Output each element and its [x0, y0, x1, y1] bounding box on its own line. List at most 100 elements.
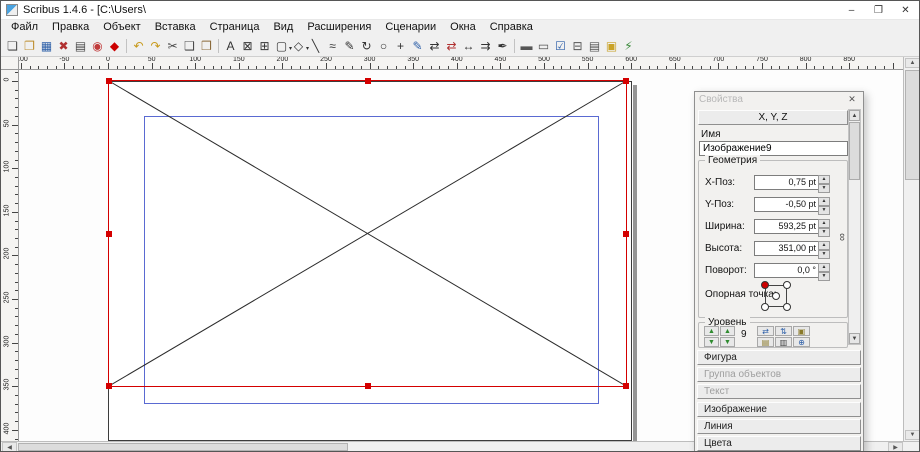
- height-spin-up-icon[interactable]: ▲: [818, 241, 830, 250]
- save-document-icon[interactable]: ▦: [38, 37, 55, 55]
- lock-item-button[interactable]: ▣: [793, 326, 810, 336]
- insert-polygon-icon[interactable]: ◇▾: [290, 37, 307, 55]
- menu-item-edit[interactable]: Правка: [45, 20, 96, 35]
- ruler-origin-button[interactable]: [1, 57, 19, 70]
- section-colors[interactable]: Цвета: [697, 436, 861, 451]
- close-document-icon[interactable]: ✖: [55, 37, 72, 55]
- measurements-icon[interactable]: ↔: [460, 37, 477, 55]
- print-document-icon[interactable]: ▤: [72, 37, 89, 55]
- edit-contents-icon[interactable]: +: [392, 37, 409, 55]
- pdf-combo-box-icon[interactable]: ⊟: [569, 37, 586, 55]
- pdf-link-annotation-icon[interactable]: ⚡: [620, 37, 637, 55]
- palette-close-icon[interactable]: ✕: [845, 94, 859, 106]
- menu-item-page[interactable]: Страница: [203, 20, 267, 35]
- height-spin-down-icon[interactable]: ▼: [818, 250, 830, 259]
- title-bar[interactable]: Scribus 1.4.6 - [C:\Users\ –❐✕: [1, 1, 919, 20]
- rotate-item-icon[interactable]: ↻: [358, 37, 375, 55]
- vertical-ruler[interactable]: 050100150200250300350400: [1, 70, 19, 441]
- unlink-text-frames-icon[interactable]: ⇄: [443, 37, 460, 55]
- pdf-text-field-icon[interactable]: ▭: [535, 37, 552, 55]
- undo-icon[interactable]: ↶: [130, 37, 147, 55]
- width-spin-up-icon[interactable]: ▲: [818, 219, 830, 228]
- menu-item-extras[interactable]: Расширения: [300, 20, 378, 35]
- palette-scroll-down-icon[interactable]: ▼: [849, 333, 860, 344]
- scroll-left-icon[interactable]: ◀: [2, 442, 17, 452]
- lower-button[interactable]: ▼: [720, 337, 735, 347]
- horizontal-ruler[interactable]: -100-50050100150200250300350400450500550…: [19, 57, 903, 70]
- palette-title-bar[interactable]: Свойства ✕: [695, 92, 863, 107]
- insert-shape-icon[interactable]: ▢▾: [273, 37, 290, 55]
- pdf-bookmark-button[interactable]: ⊕: [793, 337, 810, 347]
- insert-text-frame-icon[interactable]: A: [222, 37, 239, 55]
- selection-handle[interactable]: [623, 78, 629, 84]
- image-frame[interactable]: [108, 80, 627, 387]
- scroll-down-icon[interactable]: ▼: [905, 430, 920, 440]
- basepoint-top-left[interactable]: [761, 281, 769, 289]
- insert-image-frame-icon[interactable]: ⊠: [239, 37, 256, 55]
- story-editor-icon[interactable]: ✎: [409, 37, 426, 55]
- zoom-tool-icon[interactable]: ○: [375, 37, 392, 55]
- link-text-frames-icon[interactable]: ⇄: [426, 37, 443, 55]
- y-pos-spin-up-icon[interactable]: ▲: [818, 197, 830, 206]
- preflight-verifier-icon[interactable]: ◉: [89, 37, 106, 55]
- width-value[interactable]: 593,25 pt: [754, 219, 818, 234]
- basepoint-bottom-left[interactable]: [761, 303, 769, 311]
- link-dimensions-icon[interactable]: ∞: [836, 233, 848, 241]
- basepoint-bottom-right[interactable]: [783, 303, 791, 311]
- copy-item-properties-icon[interactable]: ⇉: [477, 37, 494, 55]
- selection-handle[interactable]: [106, 383, 112, 389]
- enable-printing-button[interactable]: ▥: [775, 337, 792, 347]
- open-document-icon[interactable]: ❐: [21, 37, 38, 55]
- flip-vertical-button[interactable]: ⇅: [775, 326, 792, 336]
- menu-item-help[interactable]: Справка: [483, 20, 540, 35]
- tab-xyz[interactable]: X, Y, Z: [698, 110, 848, 125]
- basepoint-selector[interactable]: [761, 281, 791, 311]
- paste-icon[interactable]: ❒: [198, 37, 215, 55]
- vertical-scroll-thumb[interactable]: [905, 70, 920, 180]
- y-pos-spin-down-icon[interactable]: ▼: [818, 206, 830, 215]
- width-spin-down-icon[interactable]: ▼: [818, 228, 830, 237]
- menu-item-insert[interactable]: Вставка: [148, 20, 203, 35]
- rotation-value[interactable]: 0,0 °: [754, 263, 818, 278]
- flip-horizontal-button[interactable]: ⇄: [757, 326, 774, 336]
- insert-line-icon[interactable]: ╲: [307, 37, 324, 55]
- restore-button[interactable]: ❐: [865, 1, 892, 19]
- pdf-checkbox-icon[interactable]: ☑: [552, 37, 569, 55]
- selection-handle[interactable]: [365, 383, 371, 389]
- basepoint-top-right[interactable]: [783, 281, 791, 289]
- selection-handle[interactable]: [623, 231, 629, 237]
- insert-freehand-icon[interactable]: ✎: [341, 37, 358, 55]
- copy-icon[interactable]: ❑: [181, 37, 198, 55]
- selection-handle[interactable]: [106, 78, 112, 84]
- rotation-spin-down-icon[interactable]: ▼: [818, 272, 830, 281]
- frame-name-input[interactable]: [699, 141, 848, 156]
- y-pos-value[interactable]: -0,50 pt: [754, 197, 818, 212]
- lock-size-button[interactable]: ▤: [757, 337, 774, 347]
- minimize-button[interactable]: –: [838, 1, 865, 19]
- x-pos-spin-down-icon[interactable]: ▼: [818, 184, 830, 193]
- palette-scroll-up-icon[interactable]: ▲: [849, 110, 860, 121]
- palette-scrollbar[interactable]: ▲ ▼: [848, 109, 861, 345]
- section-image[interactable]: Изображение: [697, 402, 861, 417]
- menu-item-view[interactable]: Вид: [266, 20, 300, 35]
- redo-icon[interactable]: ↷: [147, 37, 164, 55]
- section-shape[interactable]: Фигура: [697, 350, 861, 365]
- selection-handle[interactable]: [106, 231, 112, 237]
- palette-scroll-thumb[interactable]: [849, 122, 860, 180]
- selection-handle[interactable]: [623, 383, 629, 389]
- new-document-icon[interactable]: ❏: [4, 37, 21, 55]
- menu-item-file[interactable]: Файл: [4, 20, 45, 35]
- close-button[interactable]: ✕: [892, 1, 919, 19]
- export-pdf-icon[interactable]: ◆: [106, 37, 123, 55]
- pdf-text-annotation-icon[interactable]: ▣: [603, 37, 620, 55]
- scroll-right-icon[interactable]: ▶: [888, 442, 903, 452]
- vertical-scrollbar[interactable]: ▲ ▼: [903, 57, 920, 441]
- insert-bezier-icon[interactable]: ≈: [324, 37, 341, 55]
- lower-to-bottom-button[interactable]: ▼: [704, 337, 719, 347]
- section-line[interactable]: Линия: [697, 419, 861, 434]
- insert-table-icon[interactable]: ⊞: [256, 37, 273, 55]
- pdf-push-button-icon[interactable]: ▬: [518, 37, 535, 55]
- raise-to-top-button[interactable]: ▲: [704, 326, 719, 336]
- cut-icon[interactable]: ✂: [164, 37, 181, 55]
- menu-item-item[interactable]: Объект: [96, 20, 147, 35]
